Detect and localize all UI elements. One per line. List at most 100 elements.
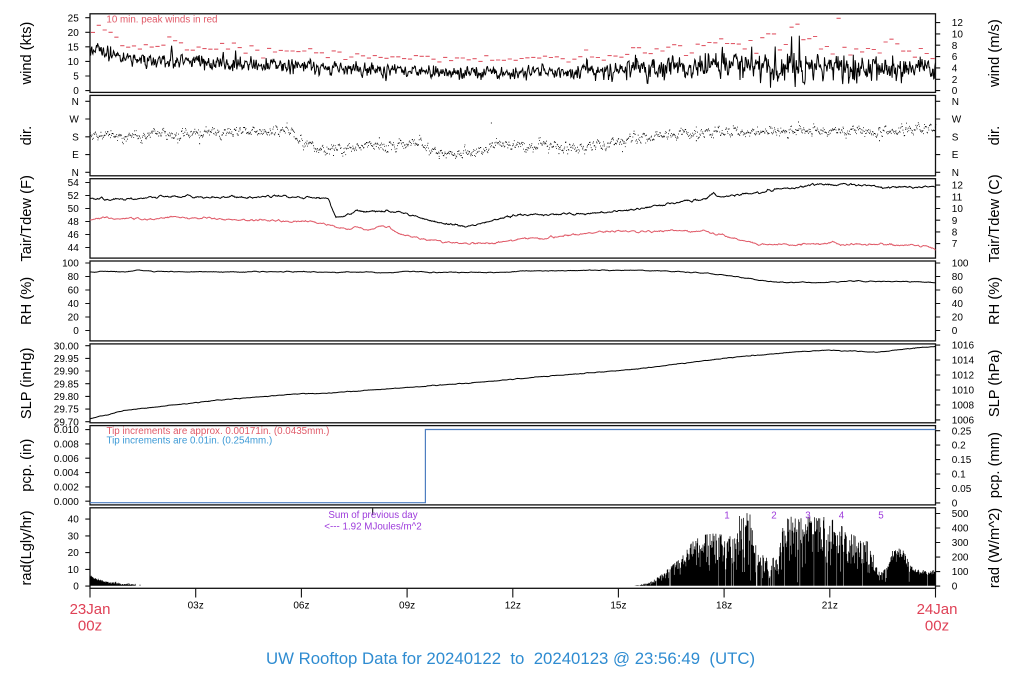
svg-text:Sum of previous day: Sum of previous day: [328, 510, 417, 521]
svg-text:0.002: 0.002: [54, 483, 79, 494]
svg-text:E: E: [72, 150, 79, 161]
svg-text:40: 40: [68, 299, 80, 310]
svg-text:rad (W/m^2): rad (W/m^2): [987, 508, 1003, 588]
svg-text:500: 500: [952, 509, 969, 520]
svg-text:4: 4: [839, 510, 845, 521]
svg-text:52: 52: [68, 191, 80, 202]
svg-text:RH (%): RH (%): [19, 277, 35, 325]
svg-text:0: 0: [73, 582, 79, 593]
svg-text:Tip increments are 0.01in. (0.: Tip increments are 0.01in. (0.254mm.): [107, 436, 273, 447]
svg-text:pcp. (mm): pcp. (mm): [987, 432, 1003, 498]
svg-text:24Jan: 24Jan: [917, 601, 958, 618]
svg-text:10: 10: [952, 204, 964, 215]
svg-text:60: 60: [68, 286, 80, 297]
svg-text:10: 10: [68, 57, 80, 68]
svg-text:pcp. (in): pcp. (in): [19, 439, 35, 492]
svg-text:30: 30: [68, 532, 80, 543]
svg-text:1: 1: [724, 510, 729, 521]
svg-text:100: 100: [62, 259, 79, 270]
svg-text:54: 54: [68, 178, 80, 189]
svg-text:0.006: 0.006: [54, 454, 79, 465]
svg-text:0.25: 0.25: [952, 426, 972, 437]
svg-text:40: 40: [952, 299, 964, 310]
svg-text:50: 50: [68, 204, 80, 215]
svg-text:2: 2: [952, 75, 958, 86]
svg-text:5: 5: [878, 510, 884, 521]
svg-text:03z: 03z: [188, 601, 204, 612]
svg-text:29.75: 29.75: [54, 405, 79, 416]
svg-text:0.2: 0.2: [952, 441, 966, 452]
svg-text:15: 15: [68, 42, 80, 53]
svg-text:1012: 1012: [952, 371, 975, 382]
svg-text:12: 12: [952, 181, 964, 192]
svg-text:1016: 1016: [952, 341, 975, 352]
svg-text:1014: 1014: [952, 356, 975, 367]
svg-text:25: 25: [68, 13, 80, 24]
svg-text:21z: 21z: [822, 601, 838, 612]
svg-text:SLP (hPa): SLP (hPa): [987, 350, 1003, 418]
svg-text:40: 40: [68, 515, 80, 526]
svg-text:06z: 06z: [293, 601, 309, 612]
svg-text:10 min. peak winds in red: 10 min. peak winds in red: [106, 15, 217, 26]
svg-text:29.85: 29.85: [54, 379, 79, 390]
svg-text:100: 100: [952, 567, 969, 578]
svg-text:09z: 09z: [399, 601, 415, 612]
svg-text:20: 20: [68, 28, 80, 39]
svg-text:60: 60: [952, 286, 964, 297]
svg-text:N: N: [72, 97, 79, 108]
svg-text:300: 300: [952, 538, 969, 549]
svg-text:6: 6: [952, 52, 958, 63]
svg-text:W: W: [69, 115, 79, 126]
svg-text:wind (kts): wind (kts): [19, 22, 35, 86]
svg-text:W: W: [952, 115, 962, 126]
svg-text:20: 20: [68, 548, 80, 559]
svg-text:2: 2: [771, 510, 776, 521]
svg-text:80: 80: [952, 272, 964, 283]
svg-text:N: N: [952, 97, 959, 108]
svg-text:1006: 1006: [952, 416, 975, 427]
svg-text:10: 10: [952, 30, 964, 41]
svg-text:<--- 1.92 MJoules/m^2: <--- 1.92 MJoules/m^2: [324, 521, 421, 532]
svg-text:9: 9: [952, 216, 958, 227]
svg-text:8: 8: [952, 228, 958, 239]
svg-text:E: E: [952, 150, 959, 161]
svg-text:3: 3: [805, 510, 811, 521]
svg-text:0: 0: [952, 86, 958, 97]
svg-text:80: 80: [68, 272, 80, 283]
svg-text:0.008: 0.008: [54, 440, 79, 451]
svg-text:46: 46: [68, 230, 80, 241]
svg-text:N: N: [952, 168, 959, 179]
svg-text:7: 7: [952, 239, 958, 250]
svg-text:0: 0: [952, 326, 958, 337]
svg-text:1010: 1010: [952, 386, 975, 397]
svg-text:11: 11: [952, 192, 963, 203]
svg-text:18z: 18z: [716, 601, 732, 612]
svg-text:48: 48: [68, 217, 80, 228]
svg-text:23Jan: 23Jan: [70, 601, 111, 618]
svg-text:29.95: 29.95: [54, 354, 79, 365]
svg-text:0.004: 0.004: [54, 468, 79, 479]
svg-text:0.010: 0.010: [54, 425, 79, 436]
svg-text:0.000: 0.000: [54, 497, 79, 508]
svg-text:S: S: [952, 132, 959, 143]
svg-text:0.15: 0.15: [952, 455, 972, 466]
svg-text:200: 200: [952, 553, 969, 564]
svg-text:12: 12: [952, 18, 964, 29]
svg-text:Tair/Tdew (F): Tair/Tdew (F): [19, 175, 35, 262]
svg-text:0: 0: [73, 326, 79, 337]
svg-text:30.00: 30.00: [54, 341, 79, 352]
svg-text:wind (m/s): wind (m/s): [987, 19, 1003, 88]
svg-text:00z: 00z: [925, 618, 949, 635]
svg-text:4: 4: [952, 64, 958, 75]
svg-text:44: 44: [68, 243, 80, 254]
svg-text:12z: 12z: [505, 601, 521, 612]
svg-text:UW Rooftop Data for 20240122: UW Rooftop Data for 20240122 to 20240123…: [266, 649, 755, 668]
svg-text:Tair/Tdew (C): Tair/Tdew (C): [987, 174, 1003, 262]
svg-text:10: 10: [68, 565, 80, 576]
svg-text:1008: 1008: [952, 401, 975, 412]
svg-text:dir.: dir.: [19, 126, 35, 146]
svg-text:0.1: 0.1: [952, 470, 966, 481]
svg-text:0: 0: [952, 499, 958, 510]
svg-text:0: 0: [952, 582, 958, 593]
svg-text:dir.: dir.: [987, 126, 1003, 146]
